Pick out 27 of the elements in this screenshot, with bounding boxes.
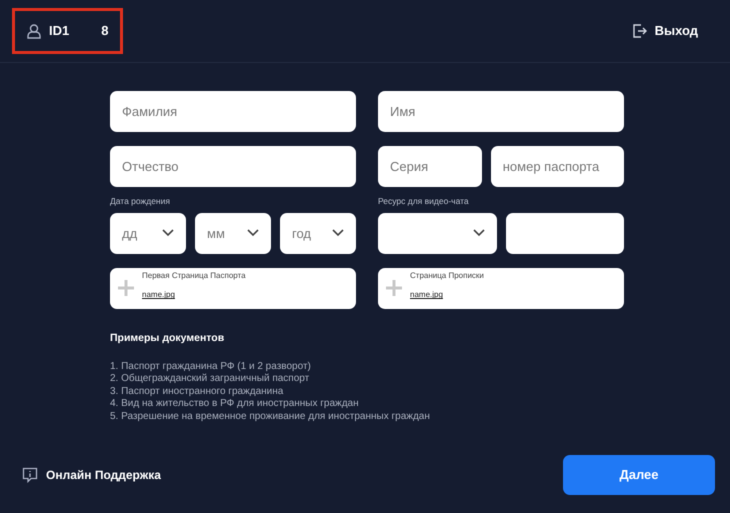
list-item: 3. Паспорт иностранного гражданина (110, 386, 284, 396)
file-link[interactable]: name.jpg (410, 290, 443, 300)
user-id: ID1 (49, 22, 70, 40)
list-item: 1. Паспорт гражданина РФ (1 и 2 разворот) (110, 360, 311, 372)
select-field[interactable]: дд (110, 212, 186, 254)
upload-title: Страница Прописки (410, 271, 484, 282)
file-link[interactable]: name.jpg (142, 290, 175, 300)
input-field[interactable]: Серия (378, 146, 482, 187)
input-field[interactable]: Имя (378, 91, 624, 132)
upload-title: Первая Страница Паспорта (142, 271, 246, 282)
logout-link[interactable]: Выход (654, 21, 698, 41)
list-item: 2. Общегражданский заграничный паспорт (110, 373, 310, 384)
upload-field[interactable]: Первая Страница Паспорта name.jpg (110, 268, 356, 309)
next-button[interactable]: Далее (563, 455, 715, 495)
select-field[interactable]: год (280, 212, 356, 254)
input-field[interactable]: Фамилия (110, 91, 356, 132)
upload-field[interactable]: Страница Прописки name.jpg (378, 268, 624, 309)
input-field[interactable]: номер паспорта (490, 146, 624, 187)
select-field[interactable]: мм (195, 212, 271, 254)
input-field[interactable]: Отчество (110, 146, 356, 187)
support-link[interactable]: Онлайн Поддержка (46, 466, 161, 484)
list-item: 4. Вид на жительство в РФ для иностранных граждан (110, 398, 359, 409)
list-item: 5. Разрешение на временное проживание для иностранных граждан (110, 410, 430, 422)
section-title: Примеры документов (110, 330, 226, 346)
user-id: 8 (101, 22, 108, 40)
field-label: Дата рождения (110, 195, 171, 208)
field-label: Ресурс для видео-чата (378, 195, 470, 208)
